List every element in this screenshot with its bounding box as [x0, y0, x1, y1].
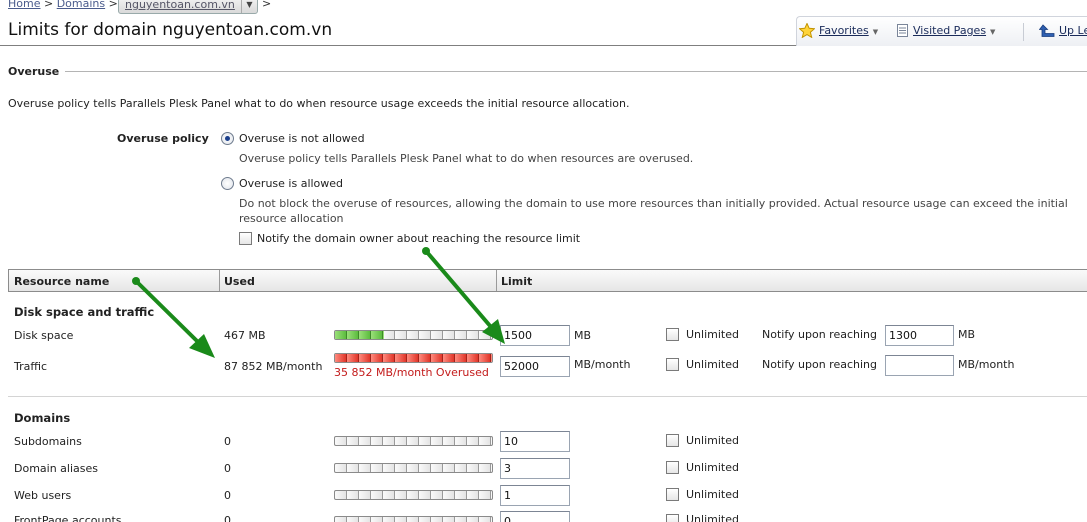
toolbar: Favorites ▼ Visited Pages ▼ Up Level	[796, 16, 1087, 46]
usage-bar-web-users	[334, 490, 493, 500]
chevron-down-icon[interactable]: ▼	[241, 0, 257, 13]
unlimited-checkbox-traffic[interactable]	[666, 358, 679, 371]
breadcrumb-separator: >	[108, 0, 118, 10]
unlimited-label-domain-aliases[interactable]: Unlimited	[686, 461, 739, 474]
used-frontpage-accounts: 0	[224, 514, 231, 522]
unlimited-label-web-users[interactable]: Unlimited	[686, 488, 739, 501]
visited-pages-menu[interactable]: Visited Pages ▼	[897, 24, 995, 37]
visited-pages-label[interactable]: Visited Pages	[913, 24, 986, 37]
usage-bar-subdomains	[334, 436, 493, 446]
unlimited-label-subdomains[interactable]: Unlimited	[686, 434, 739, 447]
limit-input-domain-aliases[interactable]	[500, 458, 570, 479]
star-icon	[799, 23, 815, 38]
column-header-used[interactable]: Used	[224, 275, 255, 288]
used-subdomains: 0	[224, 435, 231, 448]
resource-name-disk-space: Disk space	[14, 329, 74, 342]
group-divider	[8, 396, 1087, 397]
unlimited-checkbox-web-users[interactable]	[666, 488, 679, 501]
unlimited-checkbox-frontpage-accounts[interactable]	[666, 514, 679, 522]
chevron-down-icon[interactable]: ▼	[873, 28, 878, 36]
limit-unit-traffic: MB/month	[574, 358, 631, 371]
notify-unit-disk-space: MB	[958, 328, 976, 341]
limit-input-traffic[interactable]	[500, 356, 570, 377]
used-disk-space: 467 MB	[224, 329, 266, 342]
notify-owner-checkbox[interactable]	[239, 232, 252, 245]
up-level-label[interactable]: Up Level	[1059, 24, 1087, 37]
usage-bar-traffic	[334, 353, 493, 363]
overuse-allowed-radio[interactable]	[221, 177, 234, 190]
limit-unit-disk-space: MB	[574, 329, 592, 342]
resource-name-subdomains: Subdomains	[14, 435, 82, 448]
chevron-down-icon[interactable]: ▼	[990, 28, 995, 36]
limit-input-frontpage-accounts[interactable]	[500, 511, 570, 522]
used-domain-aliases: 0	[224, 462, 231, 475]
breadcrumb-separator: >	[262, 0, 272, 10]
up-arrow-icon	[1039, 24, 1055, 37]
toolbar-divider	[1023, 23, 1024, 41]
overuse-not-allowed-radio[interactable]	[221, 132, 234, 145]
overuse-allowed-description-line1: Do not block the overuse of resources, a…	[239, 197, 1068, 210]
usage-bar-domain-aliases	[334, 463, 493, 473]
header-bar: Home > Domains > nguyentoan.com.vn ▼ > L…	[0, 0, 1087, 46]
overuse-allowed-label[interactable]: Overuse is allowed	[239, 177, 343, 190]
used-web-users: 0	[224, 489, 231, 502]
unlimited-checkbox-domain-aliases[interactable]	[666, 461, 679, 474]
page-title: Limits for domain nguyentoan.com.vn	[8, 20, 333, 40]
used-traffic: 87 852 MB/month	[224, 360, 323, 373]
unlimited-checkbox-subdomains[interactable]	[666, 434, 679, 447]
resource-name-web-users: Web users	[14, 489, 72, 502]
resource-table-header: Resource name Used Limit	[8, 269, 1087, 292]
unlimited-label-traffic[interactable]: Unlimited	[686, 358, 739, 371]
overuse-not-allowed-description: Overuse policy tells Parallels Plesk Pan…	[239, 152, 694, 165]
breadcrumb-domain-value: nguyentoan.com.vn	[125, 0, 235, 11]
notify-label-disk-space: Notify upon reaching	[762, 328, 877, 341]
overuse-description: Overuse policy tells Parallels Plesk Pan…	[8, 97, 630, 110]
group-title-disk-traffic: Disk space and traffic	[14, 305, 155, 319]
column-header-resource-name[interactable]: Resource name	[14, 275, 109, 288]
breadcrumb-home-link[interactable]: Home	[8, 0, 40, 10]
overuse-allowed-description-line2: resource allocation	[239, 212, 344, 225]
column-divider	[496, 270, 497, 291]
overuse-not-allowed-label[interactable]: Overuse is not allowed	[239, 132, 365, 145]
resource-name-frontpage-accounts: FrontPage accounts	[14, 514, 122, 522]
usage-bar-fill	[335, 354, 492, 362]
overused-note-traffic: 35 852 MB/month Overused	[334, 366, 489, 379]
limit-input-web-users[interactable]	[500, 485, 570, 506]
resource-name-domain-aliases: Domain aliases	[14, 462, 99, 475]
notify-label-traffic: Notify upon reaching	[762, 358, 877, 371]
notify-unit-traffic: MB/month	[958, 358, 1015, 371]
usage-bar-fill	[335, 331, 384, 339]
unlimited-label-frontpage-accounts[interactable]: Unlimited	[686, 513, 739, 522]
up-level-link[interactable]: Up Level	[1039, 24, 1087, 37]
column-divider	[219, 270, 220, 291]
notify-owner-label[interactable]: Notify the domain owner about reaching t…	[257, 232, 580, 245]
notify-input-traffic[interactable]	[885, 355, 954, 376]
overuse-policy-label: Overuse policy	[117, 132, 209, 145]
unlimited-label-disk-space[interactable]: Unlimited	[686, 328, 739, 341]
usage-bar-disk-space	[334, 330, 493, 340]
notify-input-disk-space[interactable]	[885, 325, 954, 346]
breadcrumb: Home > Domains >	[8, 0, 118, 10]
column-header-limit[interactable]: Limit	[501, 275, 532, 288]
unlimited-checkbox-disk-space[interactable]	[666, 328, 679, 341]
breadcrumb-domains-link[interactable]: Domains	[57, 0, 105, 10]
favorites-menu[interactable]: Favorites ▼	[799, 23, 878, 38]
overuse-section-title: Overuse	[8, 65, 66, 78]
limit-input-disk-space[interactable]	[500, 325, 570, 346]
breadcrumb-separator: >	[43, 0, 54, 10]
resource-name-traffic: Traffic	[14, 360, 48, 373]
breadcrumb-domain-select[interactable]: nguyentoan.com.vn ▼	[118, 0, 258, 14]
usage-bar-frontpage-accounts	[334, 516, 493, 522]
overuse-section-divider	[8, 71, 1087, 72]
favorites-label[interactable]: Favorites	[819, 24, 869, 37]
group-title-domains: Domains	[14, 411, 71, 425]
limit-input-subdomains[interactable]	[500, 431, 570, 452]
page-icon	[897, 24, 908, 37]
